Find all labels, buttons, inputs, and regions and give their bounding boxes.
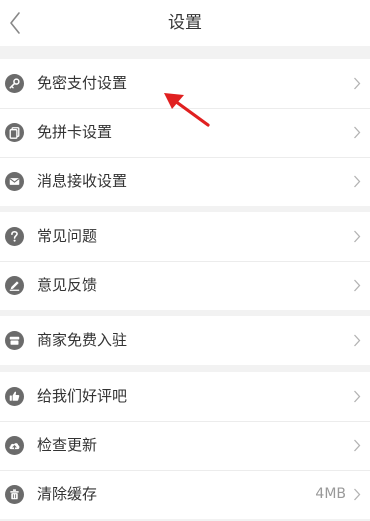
settings-row-merchant-join[interactable]: 商家免费入驻 <box>0 316 370 365</box>
settings-row-feedback[interactable]: 意见反馈 <box>0 261 370 310</box>
settings-row-check-update[interactable]: 检查更新 <box>0 421 370 470</box>
row-label: 给我们好评吧 <box>37 387 128 405</box>
row-label: 意见反馈 <box>37 276 98 294</box>
question-icon <box>5 227 24 246</box>
chevron-right-icon <box>354 439 361 452</box>
settings-group-help: 常见问题 意见反馈 <box>0 212 370 310</box>
settings-group-payment: 免密支付设置 免拼卡设置 消息接收设置 <box>0 59 370 206</box>
cloud-upload-icon <box>5 436 24 455</box>
key-icon <box>5 74 24 93</box>
chevron-right-icon <box>354 334 361 347</box>
top-nav-bar: 设置 <box>0 0 370 46</box>
row-label: 常见问题 <box>37 227 98 245</box>
row-label: 商家免费入驻 <box>37 331 128 349</box>
settings-row-message-receiving[interactable]: 消息接收设置 <box>0 157 370 206</box>
row-label: 消息接收设置 <box>37 172 128 190</box>
row-label: 免密支付设置 <box>37 74 128 92</box>
chevron-right-icon <box>354 488 361 501</box>
chevron-right-icon <box>354 175 361 188</box>
chevron-right-icon <box>354 77 361 90</box>
row-label: 清除缓存 <box>37 485 98 503</box>
trash-icon <box>5 485 24 504</box>
page-title: 设置 <box>168 13 202 33</box>
envelope-icon <box>5 172 24 191</box>
settings-group-app: 给我们好评吧 检查更新 清除缓存 4MB <box>0 372 370 519</box>
row-label: 检查更新 <box>37 436 98 454</box>
cache-size-value: 4MB <box>315 486 346 502</box>
chevron-right-icon <box>354 390 361 403</box>
settings-row-faq[interactable]: 常见问题 <box>0 212 370 261</box>
thumbs-up-icon <box>5 387 24 406</box>
settings-row-rate-us[interactable]: 给我们好评吧 <box>0 372 370 421</box>
chevron-right-icon <box>354 230 361 243</box>
settings-row-passwordless-payment[interactable]: 免密支付设置 <box>0 59 370 108</box>
pencil-icon <box>5 276 24 295</box>
chevron-right-icon <box>354 279 361 292</box>
store-icon <box>5 331 24 350</box>
chevron-right-icon <box>354 126 361 139</box>
row-label: 免拼卡设置 <box>37 123 113 141</box>
settings-row-clear-cache[interactable]: 清除缓存 4MB <box>0 470 370 519</box>
settings-row-free-card[interactable]: 免拼卡设置 <box>0 108 370 157</box>
card-icon <box>5 123 24 142</box>
settings-group-merchant: 商家免费入驻 <box>0 316 370 365</box>
